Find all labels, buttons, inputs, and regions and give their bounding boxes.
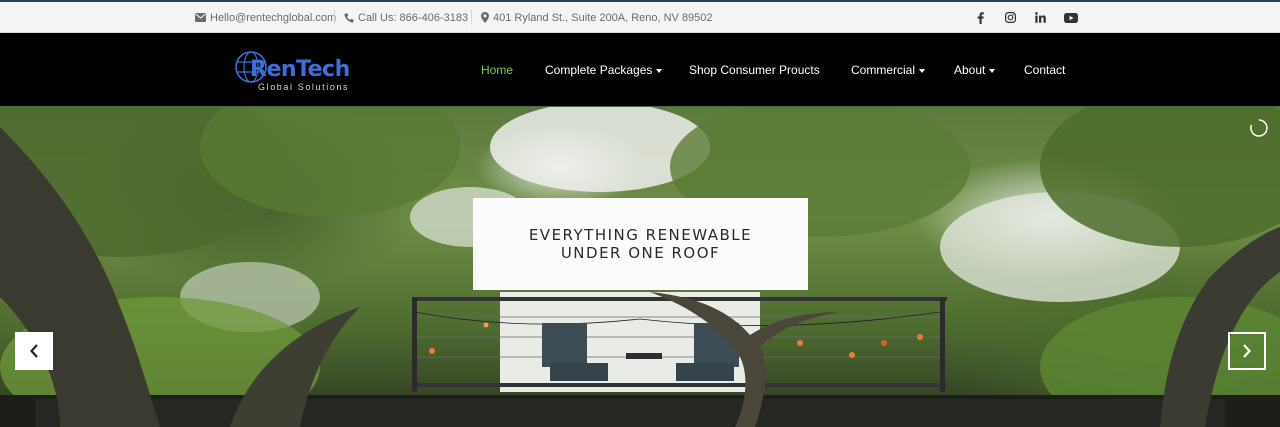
nav-home-label: Home (481, 63, 514, 77)
nav-complete-packages-label: Complete Packages (545, 63, 653, 77)
phone-icon (344, 13, 354, 23)
facebook-icon (977, 11, 984, 24)
hero-slider: EVERYTHING RENEWABLE UNDER ONE ROOF (0, 107, 1280, 427)
phone-text: Call Us: 866-406-3183 (358, 11, 469, 24)
nav-commercial[interactable]: Commercial (851, 33, 926, 107)
hero-caption-line2: UNDER ONE ROOF (560, 244, 721, 262)
instagram-link[interactable] (1002, 2, 1018, 33)
youtube-icon (1064, 12, 1078, 23)
email-contact[interactable]: Hello@rentechglobal.com (195, 2, 336, 33)
nav-home[interactable]: Home (481, 33, 513, 107)
top-info-bar: Hello@rentechglobal.com Call Us: 866-406… (0, 0, 1280, 33)
linkedin-link[interactable] (1032, 2, 1048, 33)
facebook-link[interactable] (972, 2, 988, 33)
nav-about-label: About (954, 63, 986, 77)
phone-contact[interactable]: Call Us: 866-406-3183 (344, 2, 468, 33)
slider-prev-button[interactable] (15, 332, 53, 370)
nav-complete-packages[interactable]: Complete Packages (545, 33, 663, 107)
caret-down-icon (989, 69, 996, 73)
divider (471, 10, 472, 25)
logo-tagline: Global Solutions (258, 82, 350, 92)
nav-contact-label: Contact (1024, 63, 1066, 77)
chevron-right-icon (1243, 344, 1251, 358)
loading-spinner-icon (1250, 119, 1268, 137)
nav-commercial-label: Commercial (851, 63, 916, 77)
hero-caption-box: EVERYTHING RENEWABLE UNDER ONE ROOF (473, 198, 808, 290)
youtube-link[interactable] (1063, 2, 1079, 33)
map-marker-icon (481, 12, 489, 23)
site-logo[interactable]: RenTech Global Solutions (234, 48, 374, 94)
address-text: 401 Ryland St., Suite 200A, Reno, NV 895… (493, 11, 713, 24)
nav-shop-label: Shop Consumer Proucts (689, 63, 820, 77)
instagram-icon (1004, 12, 1016, 23)
slider-next-button[interactable] (1228, 332, 1266, 370)
nav-contact[interactable]: Contact (1024, 33, 1065, 107)
address-contact[interactable]: 401 Ryland St., Suite 200A, Reno, NV 895… (481, 2, 713, 33)
linkedin-icon (1034, 12, 1046, 23)
logo-wordmark: RenTech (250, 57, 350, 82)
chevron-left-icon (30, 344, 38, 358)
caret-down-icon (919, 69, 926, 73)
email-text: Hello@rentechglobal.com (210, 11, 337, 24)
divider (334, 10, 335, 25)
nav-shop-consumer-products[interactable]: Shop Consumer Proucts (689, 33, 820, 107)
envelope-icon (195, 13, 206, 22)
caret-down-icon (656, 69, 663, 73)
hero-caption-line1: EVERYTHING RENEWABLE (528, 226, 753, 244)
nav-about[interactable]: About (954, 33, 996, 107)
